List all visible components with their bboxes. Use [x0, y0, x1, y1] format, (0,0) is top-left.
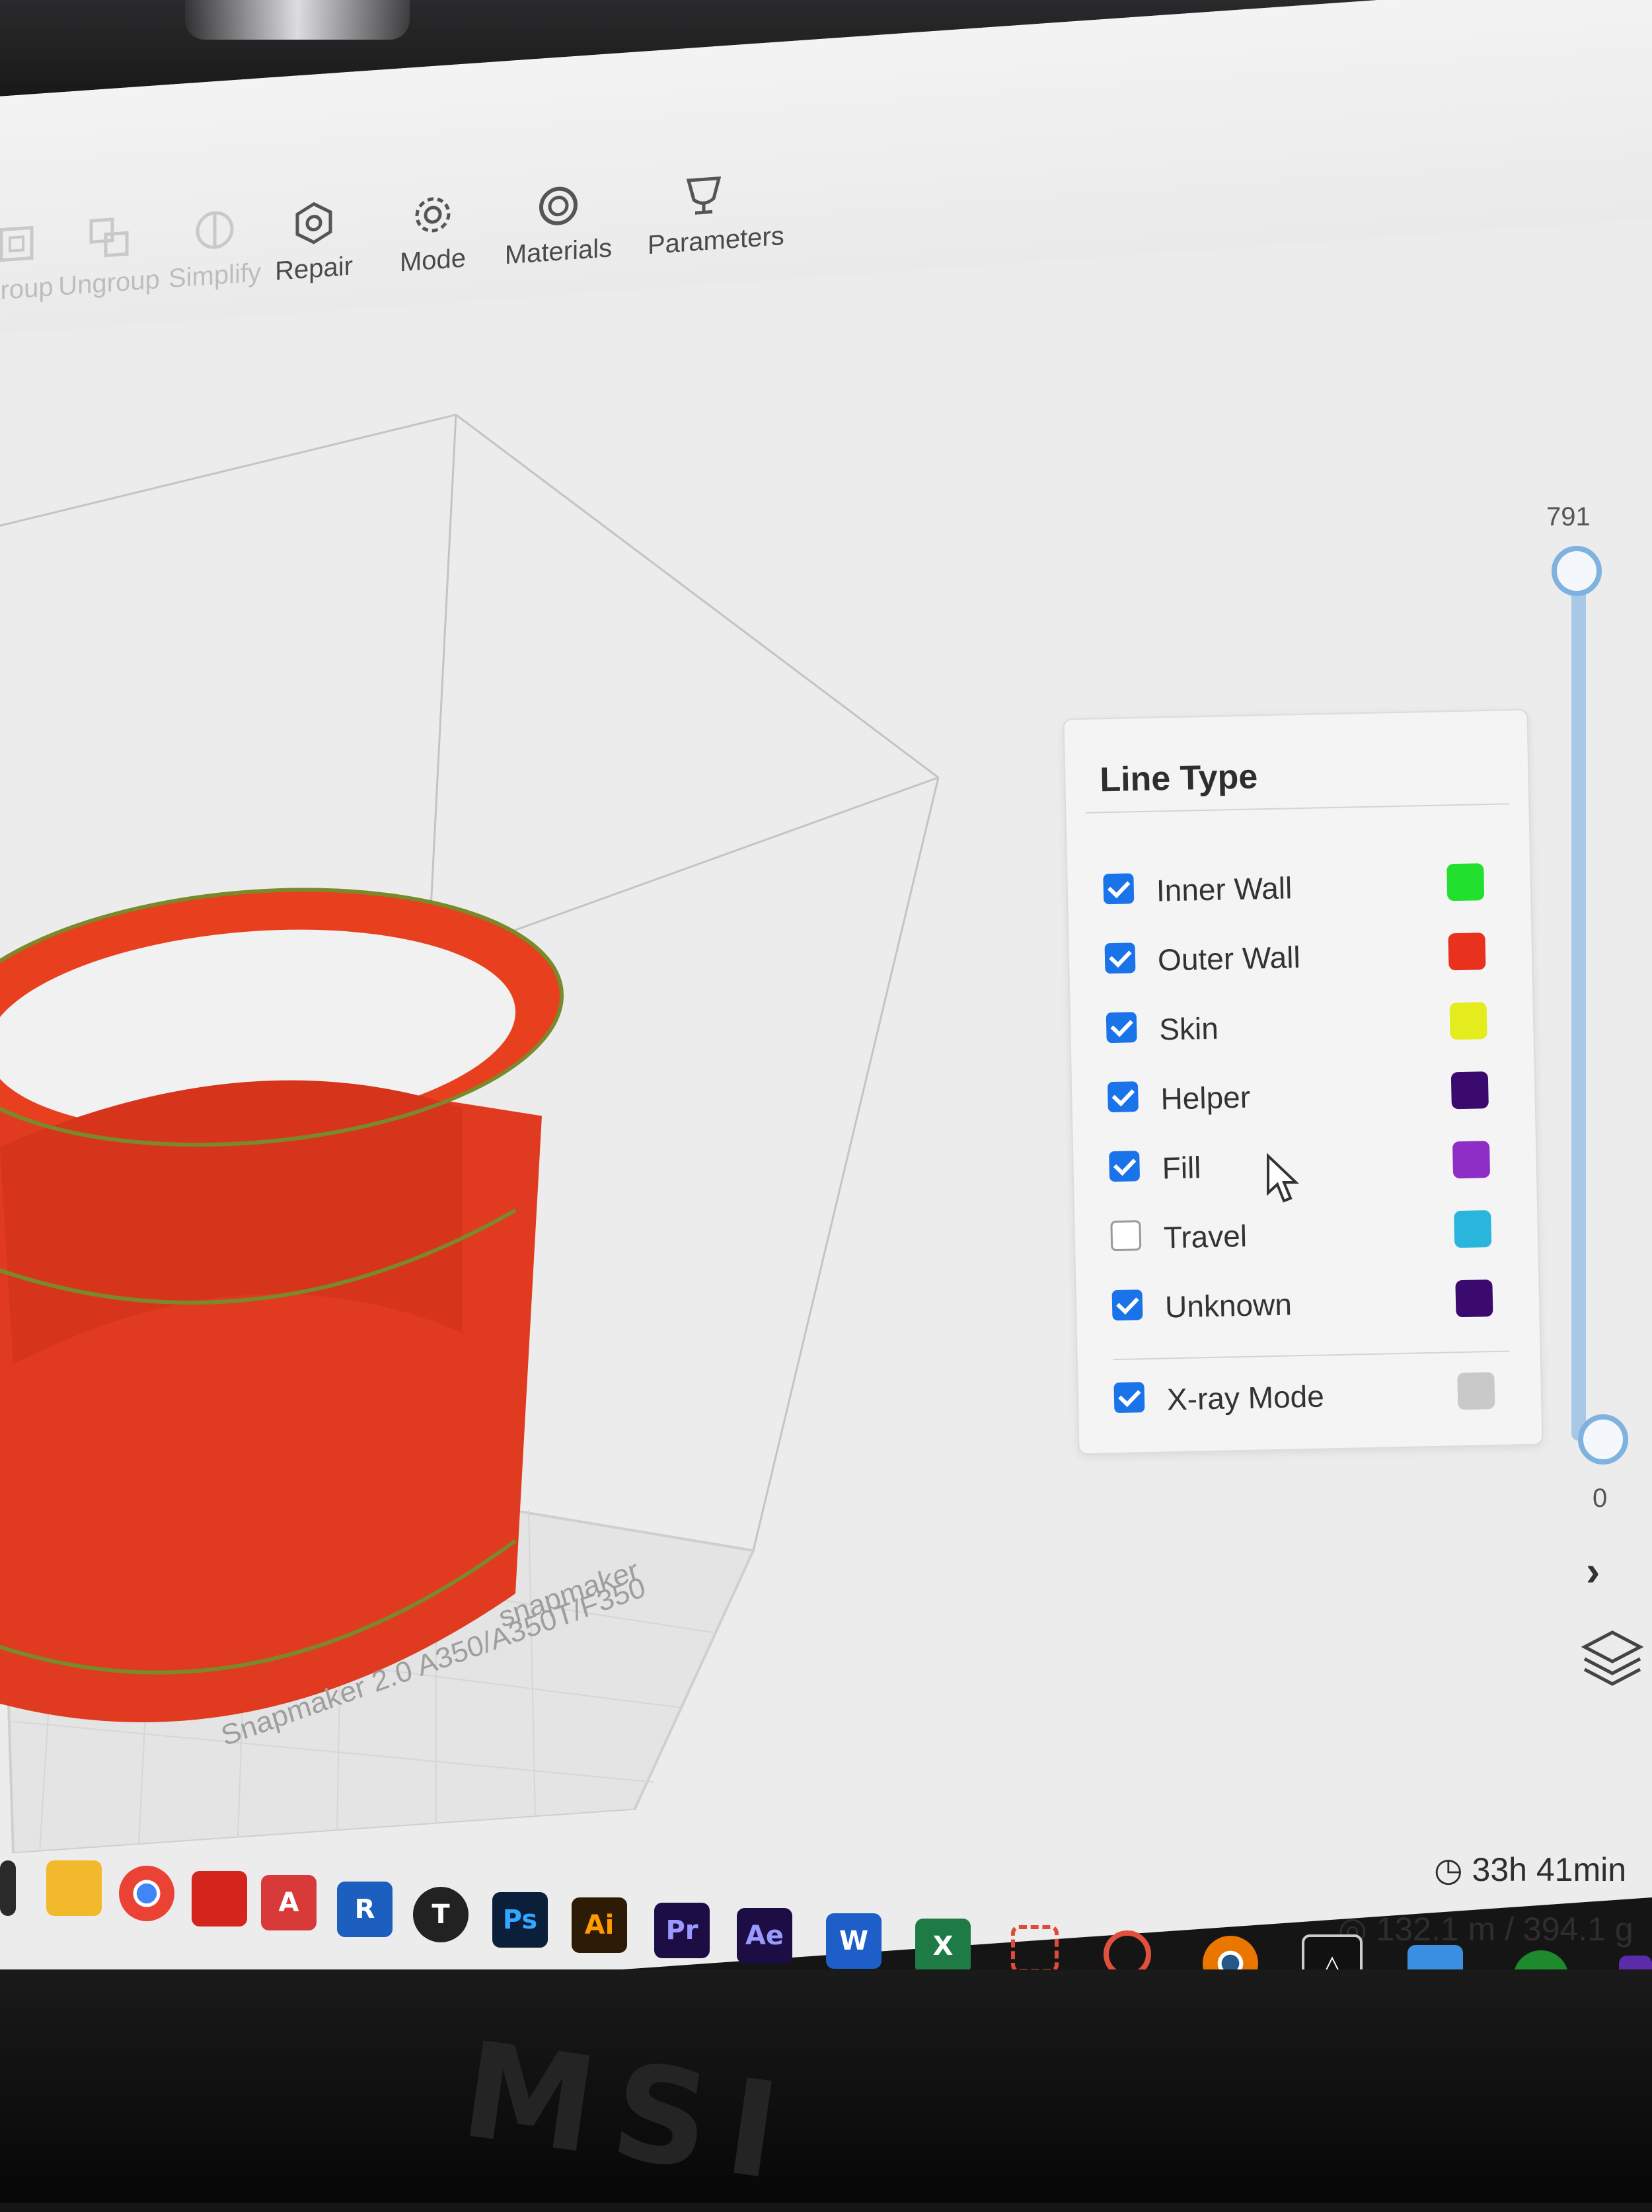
layer-slider-bottom-handle[interactable]: [1578, 1414, 1628, 1465]
helper-color-swatch[interactable]: [1450, 1071, 1489, 1110]
fill-color-swatch[interactable]: [1452, 1141, 1491, 1179]
ungroup-icon: [89, 217, 129, 258]
mouse-cursor-icon: [1267, 1153, 1299, 1203]
xray-mode-row[interactable]: X-ray Mode: [1113, 1372, 1511, 1427]
gear-icon: [415, 197, 451, 233]
after-effects-icon[interactable]: Ae: [737, 1908, 792, 1964]
chrome-icon[interactable]: [119, 1866, 174, 1921]
line-type-row-helper[interactable]: Helper: [1107, 1071, 1505, 1126]
line-type-row-unknown[interactable]: Unknown: [1111, 1279, 1509, 1334]
photoshop-icon[interactable]: Ps: [492, 1892, 548, 1948]
spool-icon: [539, 186, 578, 225]
ungroup-button[interactable]: Ungroup: [53, 210, 165, 302]
acrobat-icon[interactable]: [192, 1871, 247, 1926]
inner-wall-checkbox[interactable]: [1103, 873, 1135, 905]
group-icon: [0, 225, 34, 262]
mode-button[interactable]: Mode: [377, 188, 489, 280]
xray-mode-checkbox[interactable]: [1113, 1382, 1145, 1414]
helper-label: Helper: [1160, 1079, 1251, 1116]
panel-title: Line Type: [1099, 757, 1258, 800]
windows-taskbar: A R T Ps Ai Pr Ae W X △ ✕: [0, 1821, 1652, 2011]
repair-button[interactable]: Repair: [258, 196, 370, 288]
inner-wall-label: Inner Wall: [1156, 870, 1293, 908]
unknown-color-swatch[interactable]: [1455, 1279, 1493, 1318]
outer-wall-label: Outer Wall: [1157, 940, 1301, 977]
line-type-row-outer-wall[interactable]: Outer Wall: [1104, 933, 1501, 987]
fill-checkbox[interactable]: [1109, 1151, 1141, 1182]
layer-slider-track[interactable]: [1571, 568, 1586, 1441]
unknown-checkbox[interactable]: [1111, 1289, 1143, 1321]
helper-checkbox[interactable]: [1107, 1081, 1139, 1113]
simplify-label: Simplify: [168, 258, 262, 293]
skin-checkbox[interactable]: [1106, 1012, 1137, 1044]
outer-wall-checkbox[interactable]: [1104, 942, 1136, 974]
travel-color-swatch[interactable]: [1454, 1210, 1492, 1248]
chevron-right-icon[interactable]: ›: [1586, 1546, 1600, 1595]
excel-icon[interactable]: X: [915, 1919, 971, 1974]
materials-button[interactable]: Materials: [502, 179, 615, 271]
line-type-panel: Line Type Inner Wall Outer Wall Skin Hel…: [1063, 708, 1544, 1455]
unknown-label: Unknown: [1164, 1287, 1293, 1324]
repair-icon: [295, 202, 332, 245]
skin-color-swatch[interactable]: [1449, 1002, 1487, 1040]
panel-divider-xray: [1113, 1350, 1510, 1361]
illustrator-icon[interactable]: Ai: [572, 1897, 627, 1953]
simplify-icon: [196, 211, 234, 249]
xray-mode-color-swatch: [1457, 1372, 1495, 1410]
group-label: Group: [0, 272, 54, 307]
ungroup-label: Ungroup: [58, 264, 160, 301]
simplify-button[interactable]: Simplify: [159, 203, 271, 295]
outer-wall-color-swatch[interactable]: [1448, 933, 1486, 971]
parameters-icon: [686, 176, 722, 215]
premiere-icon[interactable]: Pr: [654, 1903, 710, 1958]
line-type-row-inner-wall[interactable]: Inner Wall: [1103, 863, 1500, 918]
monitor-bezel-bottom: [0, 1969, 1652, 2203]
repair-label: Repair: [275, 251, 353, 286]
parameters-label: Parameters: [648, 221, 784, 260]
word-icon[interactable]: W: [826, 1913, 882, 1969]
autocad-icon[interactable]: A: [261, 1875, 317, 1930]
line-type-row-travel[interactable]: Travel: [1110, 1210, 1507, 1265]
travel-checkbox[interactable]: [1110, 1220, 1142, 1252]
revit-icon[interactable]: R: [337, 1882, 393, 1937]
line-type-row-fill[interactable]: Fill: [1109, 1141, 1506, 1196]
light-glare: [185, 0, 410, 40]
taskbar-edge-icon[interactable]: [0, 1860, 16, 1916]
parameters-button[interactable]: Parameters: [648, 169, 784, 260]
skin-label: Skin: [1158, 1011, 1219, 1047]
panel-divider: [1086, 803, 1509, 814]
snipping-tool-icon[interactable]: [1011, 1925, 1059, 1973]
app-t-icon[interactable]: T: [413, 1887, 469, 1942]
layers-icon[interactable]: [1579, 1626, 1645, 1692]
line-type-row-skin[interactable]: Skin: [1106, 1002, 1503, 1057]
mode-label: Mode: [399, 243, 467, 278]
sliced-model-cylinder: [0, 888, 564, 1722]
inner-wall-color-swatch[interactable]: [1446, 863, 1485, 901]
layer-slider-min: 0: [1593, 1484, 1608, 1513]
fill-label: Fill: [1162, 1150, 1201, 1186]
file-explorer-icon[interactable]: [46, 1860, 102, 1916]
materials-label: Materials: [504, 233, 613, 270]
layer-slider-top-handle[interactable]: [1552, 546, 1602, 596]
travel-label: Travel: [1163, 1218, 1248, 1255]
layer-slider-max: 791: [1546, 502, 1591, 531]
xray-mode-label: X-ray Mode: [1166, 1379, 1325, 1417]
